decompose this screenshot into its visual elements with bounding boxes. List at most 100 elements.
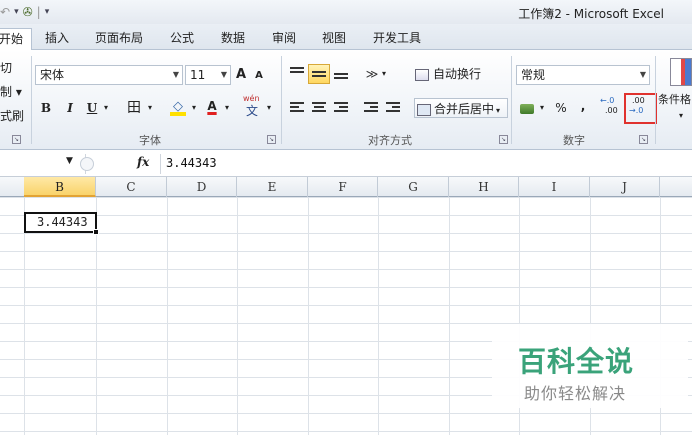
align-bottom-icon: [334, 67, 348, 79]
tab-developer[interactable]: 开发工具: [373, 28, 421, 50]
orientation-button[interactable]: ≫: [364, 64, 380, 84]
font-color-button[interactable]: A: [203, 96, 221, 118]
tab-data[interactable]: 数据: [221, 28, 245, 50]
font-name-value: 宋体: [40, 68, 65, 82]
group-separator: [655, 56, 656, 144]
watermark: 百科全说 助你轻松解决: [492, 324, 688, 408]
conditional-format-label[interactable]: 条件格: [658, 90, 692, 110]
column-header-k[interactable]: [660, 177, 692, 197]
undo-dropdown-icon[interactable]: ▾: [14, 7, 19, 17]
column-header-c[interactable]: C: [96, 177, 167, 197]
tab-view[interactable]: 视图: [322, 28, 346, 50]
column-gridline: [449, 197, 450, 435]
tab-home[interactable]: 开始: [0, 28, 32, 51]
alignment-launcher-icon[interactable]: ↘: [499, 135, 508, 144]
column-header-g[interactable]: G: [378, 177, 449, 197]
underline-button[interactable]: U: [84, 98, 100, 118]
align-center-button[interactable]: [310, 98, 328, 118]
phonetic-dropdown-icon[interactable]: ▾: [264, 98, 274, 118]
conditional-format-button[interactable]: [666, 56, 692, 90]
fill-handle[interactable]: [93, 229, 99, 235]
column-header-e[interactable]: E: [237, 177, 308, 197]
increase-indent-icon: [386, 102, 400, 114]
number-group-label: 数字: [563, 134, 585, 147]
column-header-h[interactable]: H: [449, 177, 519, 197]
wrap-text-button[interactable]: 自动换行: [415, 64, 487, 84]
font-color-dropdown-icon[interactable]: ▾: [222, 98, 232, 118]
column-headers: B C D E F G H I J: [0, 177, 692, 197]
copy-button[interactable]: 制 ▾: [0, 82, 26, 102]
currency-icon: [520, 103, 534, 114]
font-name-combo[interactable]: 宋体 ▼: [35, 65, 183, 85]
clipboard-launcher-icon[interactable]: ↘: [12, 135, 21, 144]
column-header-j[interactable]: J: [590, 177, 660, 197]
tab-page-layout[interactable]: 页面布局: [95, 28, 143, 50]
fx-icon[interactable]: fx: [137, 155, 149, 169]
column-header-f[interactable]: F: [308, 177, 378, 197]
row-gridline: [0, 269, 692, 270]
accounting-dropdown-icon[interactable]: ▾: [538, 98, 546, 118]
format-painter-button[interactable]: 式刷: [0, 106, 26, 126]
bold-button[interactable]: B: [38, 98, 54, 118]
ribbon-tabs: 开始 插入 页面布局 公式 数据 审阅 视图 开发工具: [0, 24, 692, 51]
comma-button[interactable]: ,: [577, 96, 589, 116]
border-dropdown-icon[interactable]: ▾: [145, 98, 155, 118]
alignment-group-label: 对齐方式: [368, 134, 412, 147]
tab-formulas[interactable]: 公式: [170, 28, 194, 50]
fill-color-button[interactable]: ◇: [168, 96, 188, 118]
row-gridline: [0, 251, 692, 252]
font-size-combo[interactable]: 11 ▼: [185, 65, 231, 85]
group-separator: [281, 56, 282, 144]
increase-decimal-button[interactable]: ←.0 .00: [600, 94, 622, 120]
align-right-button[interactable]: [332, 98, 350, 118]
percent-button[interactable]: %: [553, 98, 569, 118]
align-left-button[interactable]: [288, 98, 306, 118]
formula-input[interactable]: 3.44343: [166, 156, 217, 170]
align-top-button[interactable]: [288, 64, 306, 84]
decrease-decimal-highlight: [624, 93, 657, 124]
fill-dropdown-icon[interactable]: ▾: [189, 98, 199, 118]
align-bottom-button[interactable]: [332, 64, 350, 84]
align-middle-button[interactable]: [308, 64, 330, 84]
column-header-d[interactable]: D: [167, 177, 237, 197]
phonetic-button[interactable]: wén 文: [242, 94, 264, 120]
column-header-i[interactable]: I: [519, 177, 590, 197]
increase-indent-button[interactable]: [384, 98, 402, 118]
active-cell[interactable]: 3.44343: [24, 212, 97, 233]
merge-center-button[interactable]: 合并后居中 ▾: [414, 98, 508, 118]
font-launcher-icon[interactable]: ↘: [267, 135, 276, 144]
name-box[interactable]: ▼: [0, 154, 86, 174]
align-middle-icon: [312, 69, 326, 81]
decrease-indent-icon: [364, 102, 378, 114]
name-box-dropdown-icon[interactable]: ▼: [66, 156, 73, 166]
watermark-subtitle: 助你轻松解决: [524, 384, 627, 403]
formula-bar: ▼ fx 3.44343: [0, 151, 692, 177]
column-header-b[interactable]: B: [24, 177, 96, 197]
conditional-format-dropdown-icon[interactable]: ▾: [676, 106, 686, 126]
merge-dropdown-icon: ▾: [496, 106, 501, 115]
underline-dropdown-icon[interactable]: ▾: [101, 98, 111, 118]
merge-center-icon: [417, 103, 431, 116]
undo-icon[interactable]: ↶: [0, 5, 10, 19]
number-launcher-icon[interactable]: ↘: [639, 135, 648, 144]
qat-customize-icon[interactable]: ▾: [45, 7, 50, 17]
tab-review[interactable]: 审阅: [272, 28, 296, 50]
decrease-indent-button[interactable]: [362, 98, 380, 118]
increase-decimal-top: ←.0: [600, 96, 615, 105]
orientation-dropdown-icon[interactable]: ▾: [380, 64, 388, 84]
italic-button[interactable]: I: [62, 98, 78, 118]
fill-color-swatch: [170, 112, 186, 116]
fill-icon[interactable]: ✇: [23, 5, 33, 19]
shrink-font-button[interactable]: A: [252, 66, 266, 86]
number-format-combo[interactable]: 常规 ▼: [516, 65, 650, 85]
accounting-format-button[interactable]: [518, 98, 536, 118]
border-button[interactable]: 田: [124, 98, 144, 118]
cut-button[interactable]: 切: [0, 58, 16, 78]
formula-cancel-icon[interactable]: [80, 157, 94, 171]
wrap-text-icon: [415, 68, 429, 81]
grow-font-button[interactable]: A: [234, 65, 248, 85]
tab-insert[interactable]: 插入: [45, 28, 69, 50]
chevron-down-icon: ▼: [639, 70, 646, 79]
font-group-label: 字体: [139, 134, 161, 147]
chevron-down-icon: ▼: [172, 70, 179, 79]
